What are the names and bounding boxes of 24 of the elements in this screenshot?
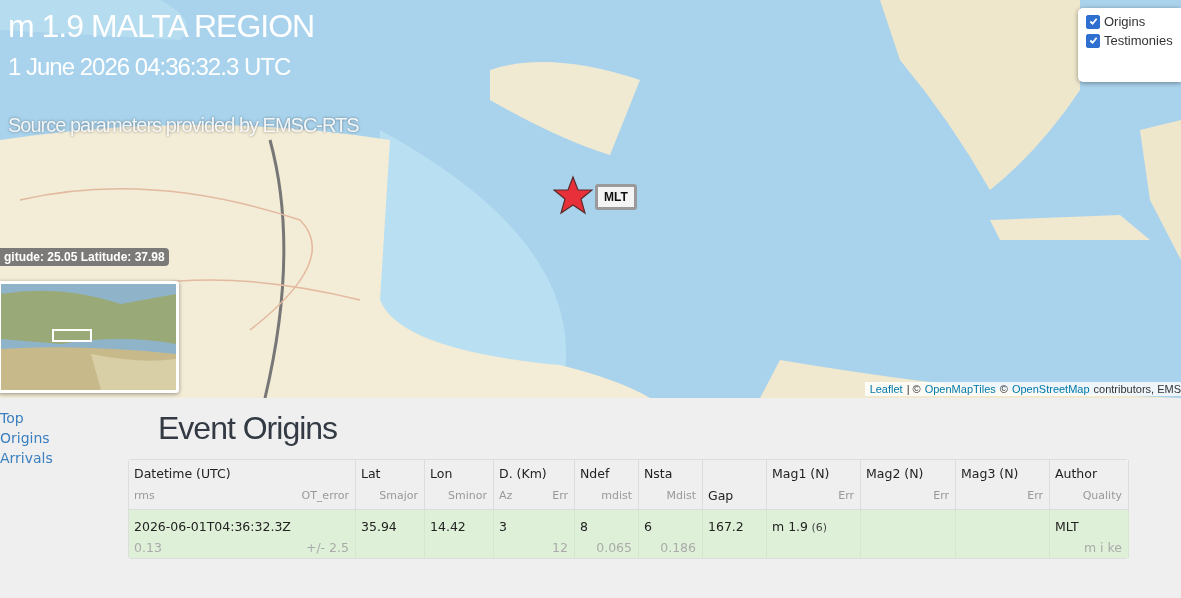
column-header: Lat Smajor [356,460,425,510]
nav-link[interactable]: Top [0,408,128,428]
column-header: Lon Sminor [425,460,494,510]
section-heading: Event Origins [158,410,339,447]
table-cell: 14.42 [425,510,494,558]
table-cell: 3 12 [494,510,575,558]
column-header: D. (Km) Az Err [494,460,575,510]
column-header: Datetime (UTC) rms OT_error [129,460,356,510]
table-cell: 2026-06-01T04:36:32.3Z 0.13 +/- 2.5 [129,510,356,558]
column-header: Ndef mdist [575,460,639,510]
table-cell: 8 0.065 [575,510,639,558]
column-header: Author Quality [1050,460,1129,510]
table-cell: MLT m i ke [1050,510,1129,558]
table-cell: 6 0.186 [639,510,703,558]
nav-link[interactable]: Arrivals [0,448,128,468]
column-header: Mag3 (N) Err [956,460,1050,510]
column-header: Gap [703,460,767,510]
table-cell: m 1.9 (6) [767,510,861,558]
column-header: Mag2 (N) Err [861,460,956,510]
table-cell: 35.94 [356,510,425,558]
table-cell: 167.2 [703,510,767,558]
column-header: Mag1 (N) Err [767,460,861,510]
column-header: Nsta Mdist [639,460,703,510]
nav-link[interactable]: Origins [0,428,128,448]
